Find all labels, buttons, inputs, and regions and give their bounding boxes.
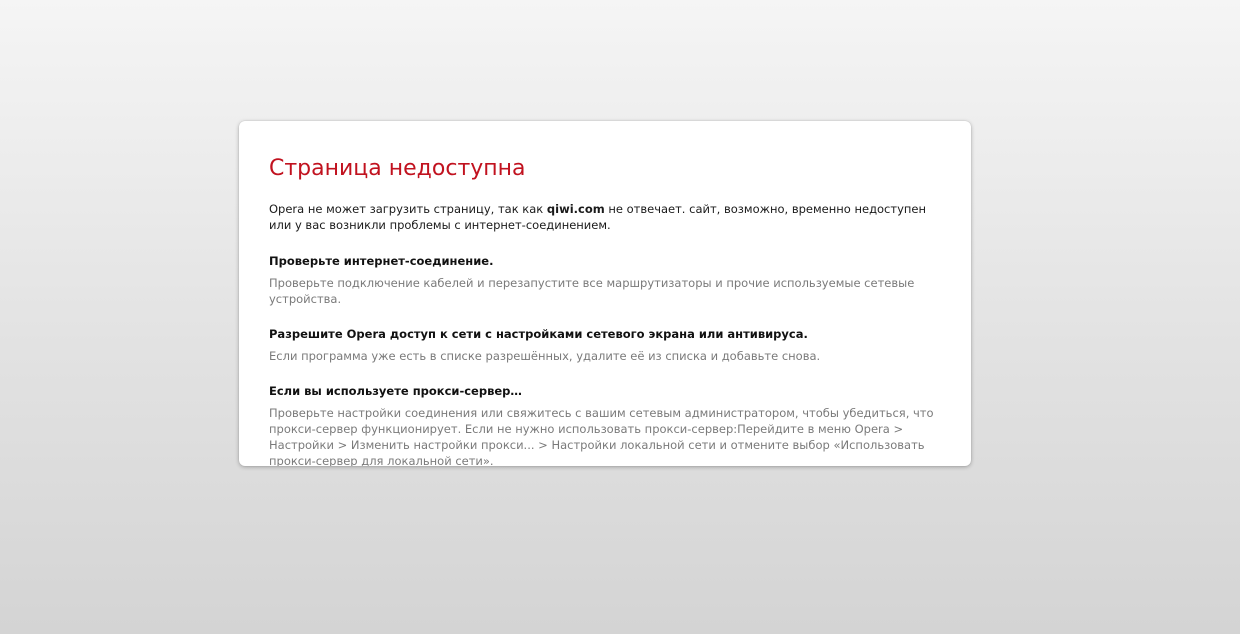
- failed-host: qiwi.com: [546, 202, 605, 216]
- page-title: Страница недоступна: [269, 156, 526, 181]
- suggestion-text: Проверьте настройки соединения или свяжи…: [269, 406, 934, 466]
- suggestion-heading: Если вы используете прокси-сервер…: [269, 384, 522, 398]
- suggestion-check-connection: Проверьте интернет-соединение. Проверьте…: [269, 253, 941, 307]
- suggestion-heading: Проверьте интернет-соединение.: [269, 254, 494, 268]
- error-card: Страница недоступна Opera не может загру…: [239, 121, 971, 466]
- error-description: Opera не может загрузить страницу, так к…: [269, 201, 941, 233]
- suggestion-text: Проверьте подключение кабелей и перезапу…: [269, 276, 915, 306]
- error-description-prefix: Opera не может загрузить страницу, так к…: [269, 202, 547, 216]
- suggestion-heading: Разрешите Opera доступ к сети с настройк…: [269, 327, 808, 341]
- suggestion-text: Если программа уже есть в списке разрешё…: [269, 349, 821, 363]
- suggestion-allow-firewall: Разрешите Opera доступ к сети с настройк…: [269, 326, 941, 364]
- suggestion-proxy-server: Если вы используете прокси-сервер… Прове…: [269, 383, 941, 466]
